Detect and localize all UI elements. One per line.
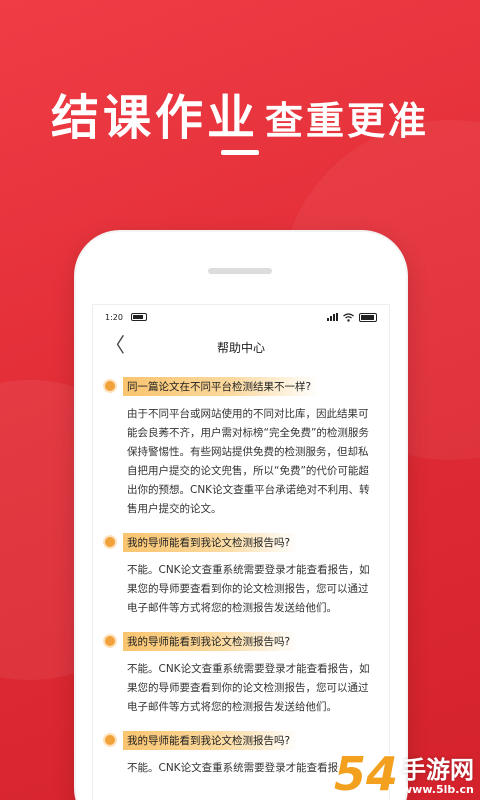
bullet-dot-icon <box>105 735 115 745</box>
status-bar: 1:20 <box>93 305 389 329</box>
phone-screen: 1:20 〈 帮助中心 同一篇论文在不同平台检测结果不一样? 由于不同平台或网站… <box>92 304 390 800</box>
nav-bar: 〈 帮助中心 <box>93 329 389 365</box>
watermark-logo: 54 手游网 www.5lb.cn <box>333 747 474 800</box>
faq-list: 同一篇论文在不同平台检测结果不一样? 由于不同平台或网站使用的不同对比库，因此结… <box>93 365 389 778</box>
page-title: 帮助中心 <box>216 340 265 355</box>
bullet-dot-icon <box>105 381 115 391</box>
wifi-icon <box>343 312 354 322</box>
faq-question: 我的导师能看到我论文检测报告吗? <box>123 730 299 750</box>
watermark-number: 54 <box>333 747 398 800</box>
faq-item[interactable]: 我的导师能看到我论文检测报告吗? 不能。CNK论文查重系统需要登录才能查看报告，… <box>93 531 389 618</box>
bullet-dot-icon <box>105 537 115 547</box>
status-time: 1:20 <box>105 312 123 322</box>
faq-answer: 不能。CNK论文查重系统需要登录才能查看报告，如果您的导师要查看到你的论文检测报… <box>127 564 370 614</box>
headline: 结课作业 查重更准 <box>0 78 480 148</box>
phone-speaker <box>208 268 272 274</box>
watermark-url: www.5lb.cn <box>402 783 474 796</box>
headline-underline <box>221 150 259 155</box>
faq-answer: 由于不同平台或网站使用的不同对比库，因此结果可能会良莠不齐，用户需对标榜“完全免… <box>127 408 370 515</box>
faq-question: 我的导师能看到我论文检测报告吗? <box>123 532 299 552</box>
battery-icon <box>359 312 377 322</box>
phone-mockup: 1:20 〈 帮助中心 同一篇论文在不同平台检测结果不一样? 由于不同平台或网站… <box>76 232 406 800</box>
faq-question: 我的导师能看到我论文检测报告吗? <box>123 631 299 651</box>
faq-item[interactable]: 同一篇论文在不同平台检测结果不一样? 由于不同平台或网站使用的不同对比库，因此结… <box>93 375 389 519</box>
bullet-dot-icon <box>105 636 115 646</box>
headline-sub: 查重更准 <box>265 99 430 143</box>
battery-indicator-icon <box>130 313 147 321</box>
watermark-text: 手游网 <box>402 756 474 784</box>
headline-main: 结课作业 <box>50 90 259 146</box>
back-icon[interactable]: 〈 <box>105 335 125 355</box>
faq-question: 同一篇论文在不同平台检测结果不一样? <box>123 376 320 396</box>
faq-answer: 不能。CNK论文查重系统需要登录才能查看报告，如果您的导师要查看到你的论文检测报… <box>127 663 370 713</box>
faq-item[interactable]: 我的导师能看到我论文检测报告吗? 不能。CNK论文查重系统需要登录才能查看报告，… <box>93 630 389 717</box>
signal-icon <box>327 313 338 321</box>
